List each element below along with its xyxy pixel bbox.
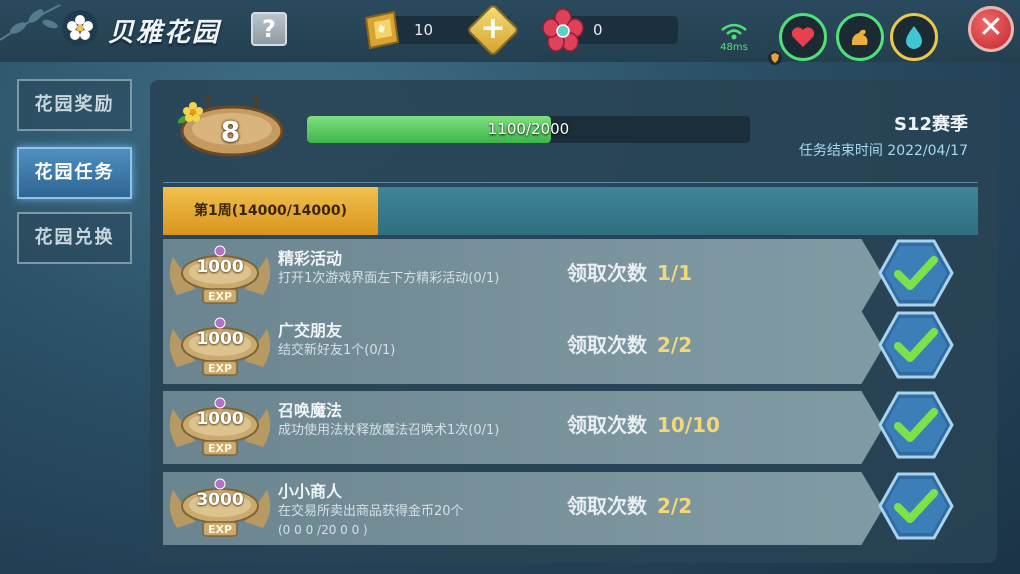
claim-info: 领取次数 2/2 bbox=[567, 490, 692, 519]
claim-label: 领取次数 bbox=[567, 494, 647, 518]
exp-amount: 1000 bbox=[196, 409, 244, 429]
task-name: 召唤魔法 bbox=[278, 401, 343, 420]
claim-count: 2/2 bbox=[657, 494, 693, 518]
tab-garden-tasks[interactable]: 花园任务 bbox=[17, 147, 132, 199]
heart-icon bbox=[791, 27, 815, 47]
water-status[interactable] bbox=[890, 13, 938, 61]
task-row: 1000 EXP 广交朋友 结交新好友1个(0/1) 领取次数 2/2 bbox=[163, 311, 883, 384]
page-title: 贝雅花园 bbox=[108, 18, 221, 48]
ping-value: 48ms bbox=[720, 42, 748, 53]
claim-info: 领取次数 1/1 bbox=[567, 257, 692, 286]
garden-level-sign: 8 bbox=[178, 93, 283, 157]
season-info: S12赛季 任务结束时间 2022/04/17 bbox=[799, 110, 968, 160]
task-description-extra: (0 0 0 /20 0 0 ) bbox=[278, 523, 368, 537]
exp-label: EXP bbox=[207, 362, 233, 375]
claim-check-button[interactable] bbox=[878, 238, 954, 308]
claim-info: 领取次数 2/2 bbox=[567, 329, 692, 358]
flower-token-icon bbox=[542, 8, 584, 52]
claim-label: 领取次数 bbox=[567, 261, 647, 285]
task-row: 3000 EXP 小小商人 在交易所卖出商品获得金币20个 (0 0 0 /20… bbox=[163, 472, 883, 545]
claim-check-button[interactable] bbox=[878, 471, 954, 541]
task-row: 1000 EXP 召唤魔法 成功使用法杖释放魔法召唤术1次(0/1) 领取次数 1… bbox=[163, 391, 883, 464]
tab-week-1[interactable]: 第1周(14000/14000) bbox=[163, 187, 378, 235]
exp-amount: 1000 bbox=[196, 257, 244, 277]
shield-badge-icon bbox=[768, 51, 782, 65]
claim-count: 2/2 bbox=[657, 333, 693, 357]
task-description: 在交易所卖出商品获得金币20个 bbox=[278, 504, 464, 519]
flower-currency-value: 0 bbox=[593, 21, 603, 39]
exp-label: EXP bbox=[207, 523, 233, 536]
close-button[interactable]: ✕ bbox=[968, 6, 1014, 52]
task-description: 打开1次游戏界面左下方精彩活动(0/1) bbox=[278, 271, 500, 286]
progress-text: 1100/2000 bbox=[487, 120, 570, 138]
strength-status[interactable] bbox=[836, 13, 884, 61]
claim-label: 领取次数 bbox=[567, 333, 647, 357]
gold-ticket-icon bbox=[364, 10, 400, 50]
season-progress-bar: 1100/2000 bbox=[307, 116, 750, 143]
exp-amount: 1000 bbox=[196, 329, 244, 349]
exp-label: EXP bbox=[207, 290, 233, 303]
task-row: 1000 EXP 精彩活动 打开1次游戏界面左下方精彩活动(0/1) 领取次数 1… bbox=[163, 239, 883, 312]
help-button[interactable]: ? bbox=[251, 12, 287, 46]
wifi-icon bbox=[721, 23, 747, 40]
claim-count: 1/1 bbox=[657, 261, 693, 285]
exp-label: EXP bbox=[207, 442, 233, 455]
flower-currency: 0 bbox=[542, 8, 678, 52]
task-name: 广交朋友 bbox=[278, 321, 343, 340]
garden-level-value: 8 bbox=[220, 115, 241, 148]
gold-currency-value: 10 bbox=[414, 21, 434, 39]
plus-icon: + bbox=[480, 11, 506, 46]
task-name: 小小商人 bbox=[278, 482, 343, 501]
claim-check-button[interactable] bbox=[878, 310, 954, 380]
task-description: 成功使用法杖释放魔法召唤术1次(0/1) bbox=[278, 423, 500, 438]
season-end-time: 任务结束时间 2022/04/17 bbox=[798, 143, 968, 159]
garden-flower-icon bbox=[62, 10, 98, 46]
health-status[interactable] bbox=[779, 13, 827, 61]
claim-check-button[interactable] bbox=[878, 390, 954, 460]
week-tabs-bar: 第1周(14000/14000) bbox=[163, 187, 978, 235]
water-drop-icon bbox=[906, 26, 922, 49]
arm-icon bbox=[851, 29, 868, 45]
task-name: 精彩活动 bbox=[278, 249, 343, 268]
tab-garden-rewards[interactable]: 花园奖励 bbox=[17, 79, 132, 131]
season-name: S12赛季 bbox=[893, 114, 968, 135]
exp-amount: 3000 bbox=[196, 490, 244, 510]
claim-info: 领取次数 10/10 bbox=[567, 409, 720, 438]
network-status: 48ms bbox=[717, 22, 751, 53]
claim-label: 领取次数 bbox=[567, 413, 647, 437]
claim-count: 10/10 bbox=[657, 413, 720, 437]
task-description: 结交新好友1个(0/1) bbox=[278, 343, 396, 358]
tab-garden-exchange[interactable]: 花园兑换 bbox=[17, 212, 132, 264]
divider bbox=[163, 182, 978, 183]
